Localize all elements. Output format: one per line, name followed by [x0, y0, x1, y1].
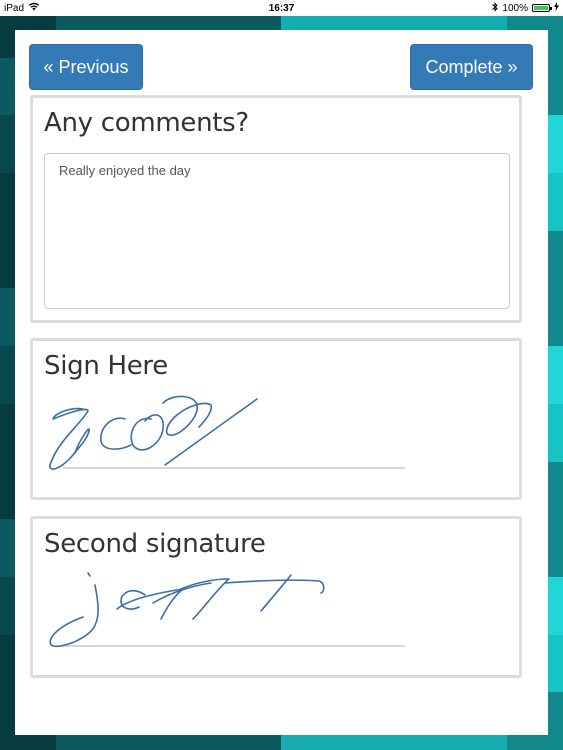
comments-textarea[interactable]: Really enjoyed the day — [44, 153, 510, 309]
battery-percent: 100% — [502, 2, 528, 14]
bluetooth-icon — [492, 1, 499, 15]
device-name: iPad — [4, 2, 25, 14]
signature-pad-2[interactable] — [33, 519, 519, 675]
comments-title: Any comments? — [44, 108, 249, 138]
status-bar: iPad 16:37 100% — [0, 0, 563, 16]
signature-ink-2 — [49, 572, 325, 648]
battery-icon — [532, 4, 552, 12]
signature-panel-2: Second signature — [30, 516, 522, 678]
complete-button[interactable]: Complete » — [410, 44, 533, 90]
charging-icon — [554, 2, 559, 14]
form-card: « Previous Complete » Any comments? Real… — [15, 30, 548, 735]
wifi-icon — [28, 2, 40, 14]
previous-button[interactable]: « Previous — [29, 44, 143, 90]
signature-panel-1: Sign Here — [30, 338, 522, 500]
clock: 16:37 — [268, 2, 295, 14]
signature-pad-1[interactable] — [33, 341, 519, 497]
comments-panel: Any comments? Really enjoyed the day — [30, 95, 522, 323]
signature-ink-1 — [49, 395, 258, 470]
